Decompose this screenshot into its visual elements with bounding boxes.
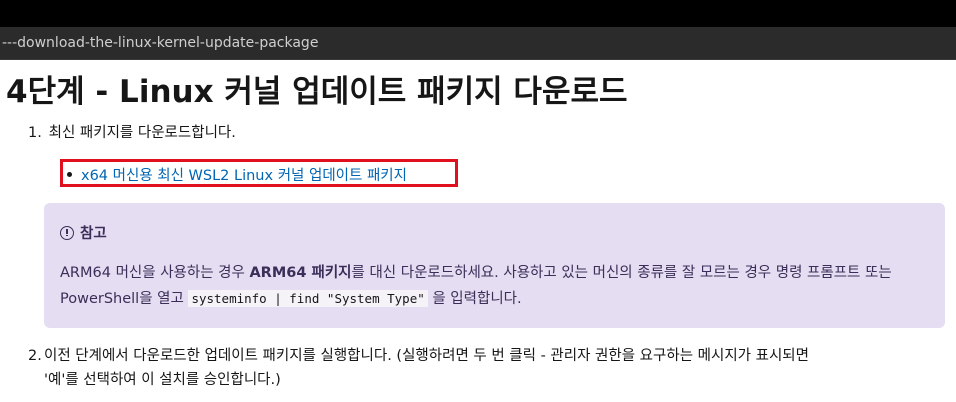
- note-body-text-3: 을 입력합니다.: [427, 291, 522, 307]
- note-callout: 참고 ARM64 머신을 사용하는 경우 ARM64 패키지를 대신 다운로드하…: [44, 203, 945, 328]
- x64-kernel-package-download-link[interactable]: x64 머신용 최신 WSL2 Linux 커널 업데이트 패키지: [81, 164, 407, 185]
- note-title: 참고: [60, 222, 107, 243]
- step-2-line-1: 이전 단계에서 다운로드한 업데이트 패키지를 실행합니다. (실행하려면 두 …: [44, 348, 809, 364]
- page-title: 4단계 - Linux 커널 업데이트 패키지 다운로드: [6, 74, 628, 110]
- step-1: 1. 최신 패키지를 다운로드합니다.: [28, 121, 236, 145]
- highlighted-download-link-box: x64 머신용 최신 WSL2 Linux 커널 업데이트 패키지: [60, 159, 458, 187]
- info-circle-icon: [60, 225, 74, 240]
- step-1-number: 1.: [28, 125, 42, 141]
- step-2-line-2: '예'를 선택하여 이 설치를 승인합니다.): [44, 372, 281, 388]
- browser-top-bar: [0, 0, 956, 27]
- address-bar-url[interactable]: ---download-the-linux-kernel-update-pack…: [2, 35, 318, 51]
- note-title-text: 참고: [80, 226, 107, 242]
- step-2: 2. 이전 단계에서 다운로드한 업데이트 패키지를 실행합니다. (실행하려면 …: [28, 344, 948, 392]
- systeminfo-command-code: systeminfo | find "System Type": [188, 290, 428, 307]
- note-body-text-1: ARM64 머신을 사용하는 경우: [60, 265, 250, 281]
- step-2-number: 2.: [28, 348, 42, 364]
- step-1-text: 최신 패키지를 다운로드합니다.: [48, 125, 236, 141]
- address-bar[interactable]: ---download-the-linux-kernel-update-pack…: [0, 27, 956, 60]
- note-body: ARM64 머신을 사용하는 경우 ARM64 패키지를 대신 다운로드하세요.…: [60, 260, 930, 312]
- arm64-package-link[interactable]: ARM64 패키지: [249, 265, 351, 281]
- article-content: 4단계 - Linux 커널 업데이트 패키지 다운로드 1. 최신 패키지를 …: [0, 60, 956, 402]
- bullet-icon: [67, 172, 72, 177]
